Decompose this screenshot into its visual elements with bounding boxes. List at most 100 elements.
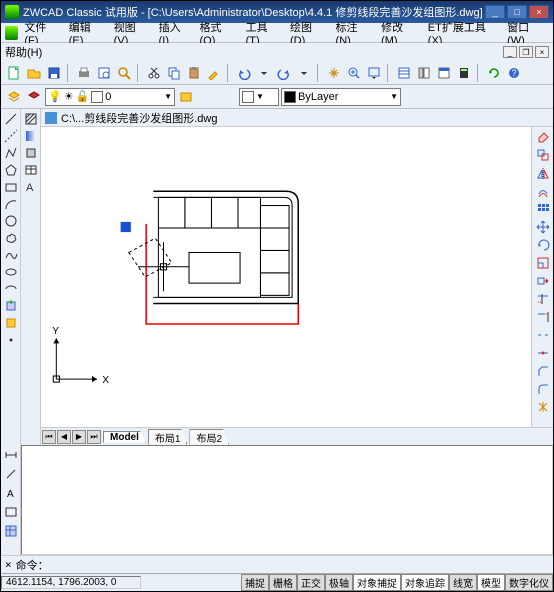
tab-model[interactable]: Model: [103, 431, 146, 443]
mirror-icon[interactable]: [535, 165, 551, 181]
copy-obj-icon[interactable]: [535, 147, 551, 163]
new-icon[interactable]: [5, 64, 23, 82]
join-icon[interactable]: [535, 345, 551, 361]
command-prompt-label: 命令：: [16, 557, 49, 573]
print-icon[interactable]: [75, 64, 93, 82]
dim-aligned-icon[interactable]: [3, 466, 19, 482]
explode-icon[interactable]: [535, 399, 551, 415]
cut-icon[interactable]: [145, 64, 163, 82]
table-icon[interactable]: [23, 162, 39, 178]
design-center-icon[interactable]: [415, 64, 433, 82]
tab-last-button[interactable]: ⏭: [87, 430, 101, 444]
redo-dropdown-icon[interactable]: [295, 64, 313, 82]
insert-block-icon[interactable]: [3, 298, 19, 314]
print-preview-icon[interactable]: [95, 64, 113, 82]
line-icon[interactable]: [3, 111, 19, 127]
paste-icon[interactable]: [185, 64, 203, 82]
layer-states-icon[interactable]: [177, 88, 195, 106]
find-icon[interactable]: [115, 64, 133, 82]
tool-palettes-icon[interactable]: [435, 64, 453, 82]
ellipse-icon[interactable]: [3, 264, 19, 280]
app-menu-icon[interactable]: [5, 26, 18, 40]
point-icon[interactable]: [3, 332, 19, 348]
ortho-toggle[interactable]: 正交: [297, 574, 325, 591]
refresh-icon[interactable]: [485, 64, 503, 82]
document-tab-title[interactable]: C:\...剪线段完善沙发组图形.dwg: [61, 110, 217, 126]
lock-icon: 🔓: [76, 90, 90, 103]
tablet-toggle[interactable]: 数字化仪: [505, 574, 553, 591]
gradient-icon[interactable]: [23, 128, 39, 144]
layer-manager-icon[interactable]: [5, 88, 23, 106]
linetype-dropdown[interactable]: ByLayer ▼: [281, 88, 401, 106]
layer-dropdown[interactable]: 💡 ☀ 🔓 0 ▼: [45, 88, 175, 106]
child-restore-button[interactable]: ❐: [519, 46, 533, 58]
mtext-icon[interactable]: A: [23, 179, 39, 195]
copy-icon[interactable]: [165, 64, 183, 82]
dim-style-icon[interactable]: [3, 504, 19, 520]
trim-icon[interactable]: [535, 291, 551, 307]
rotate-icon[interactable]: [535, 237, 551, 253]
tab-layout2[interactable]: 布局2: [189, 429, 229, 445]
ellipse-arc-icon[interactable]: [3, 281, 19, 297]
child-minimize-button[interactable]: _: [503, 46, 517, 58]
zoom-realtime-icon[interactable]: [345, 64, 363, 82]
osnap-toggle[interactable]: 对象捕捉: [353, 574, 401, 591]
offset-icon[interactable]: [535, 183, 551, 199]
properties-icon[interactable]: [395, 64, 413, 82]
move-icon[interactable]: [535, 219, 551, 235]
hatch-icon[interactable]: [23, 111, 39, 127]
spline-icon[interactable]: [3, 247, 19, 263]
revcloud-icon[interactable]: [3, 230, 19, 246]
layers-toolbar: 💡 ☀ 🔓 0 ▼ ▼ ByLayer ▼: [1, 85, 553, 109]
polyline-icon[interactable]: [3, 145, 19, 161]
help-icon[interactable]: ?: [505, 64, 523, 82]
redo-icon[interactable]: [275, 64, 293, 82]
undo-icon[interactable]: [235, 64, 253, 82]
make-block-icon[interactable]: [3, 315, 19, 331]
tab-first-button[interactable]: ⏮: [42, 430, 56, 444]
arc-icon[interactable]: [3, 196, 19, 212]
undo-dropdown-icon[interactable]: [255, 64, 273, 82]
color-dropdown[interactable]: ▼: [239, 88, 279, 106]
break-icon[interactable]: [535, 327, 551, 343]
construction-line-icon[interactable]: [3, 128, 19, 144]
command-history[interactable]: [21, 445, 553, 555]
snap-toggle[interactable]: 捕捉: [241, 574, 269, 591]
region-icon[interactable]: [23, 145, 39, 161]
lwt-toggle[interactable]: 线宽: [449, 574, 477, 591]
scale-icon[interactable]: [535, 255, 551, 271]
zoom-dropdown-icon[interactable]: [365, 64, 383, 82]
dim-linear-icon[interactable]: [3, 447, 19, 463]
tab-layout1[interactable]: 布局1: [148, 429, 188, 445]
layer-color-swatch: [91, 91, 103, 103]
otrack-toggle[interactable]: 对象追踪: [401, 574, 449, 591]
calculator-icon[interactable]: [455, 64, 473, 82]
stretch-icon[interactable]: [535, 273, 551, 289]
circle-icon[interactable]: [3, 213, 19, 229]
model-toggle[interactable]: 模型: [477, 574, 505, 591]
save-icon[interactable]: [45, 64, 63, 82]
polygon-icon[interactable]: [3, 162, 19, 178]
child-close-button[interactable]: ×: [535, 46, 549, 58]
text-icon[interactable]: A: [3, 485, 19, 501]
extend-icon[interactable]: [535, 309, 551, 325]
status-toggles: 捕捉 栅格 正交 极轴 对象捕捉 对象追踪 线宽 模型 数字化仪: [141, 574, 553, 591]
erase-icon[interactable]: [535, 129, 551, 145]
chamfer-icon[interactable]: [535, 363, 551, 379]
layout-tabs: ⏮ ◀ ▶ ⏭ Model 布局1 布局2: [41, 427, 553, 445]
match-prop-icon[interactable]: [205, 64, 223, 82]
grid-toggle[interactable]: 栅格: [269, 574, 297, 591]
command-line[interactable]: × 命令：: [1, 555, 553, 573]
layer-prev-icon[interactable]: [25, 88, 43, 106]
table-tool-icon[interactable]: [3, 523, 19, 539]
pan-icon[interactable]: [325, 64, 343, 82]
tab-next-button[interactable]: ▶: [72, 430, 86, 444]
tab-prev-button[interactable]: ◀: [57, 430, 71, 444]
open-icon[interactable]: [25, 64, 43, 82]
polar-toggle[interactable]: 极轴: [325, 574, 353, 591]
rectangle-icon[interactable]: [3, 179, 19, 195]
fillet-icon[interactable]: [535, 381, 551, 397]
menu-help[interactable]: 帮助(H): [5, 44, 42, 60]
array-icon[interactable]: [535, 201, 551, 217]
drawing-canvas[interactable]: X Y: [41, 127, 531, 427]
